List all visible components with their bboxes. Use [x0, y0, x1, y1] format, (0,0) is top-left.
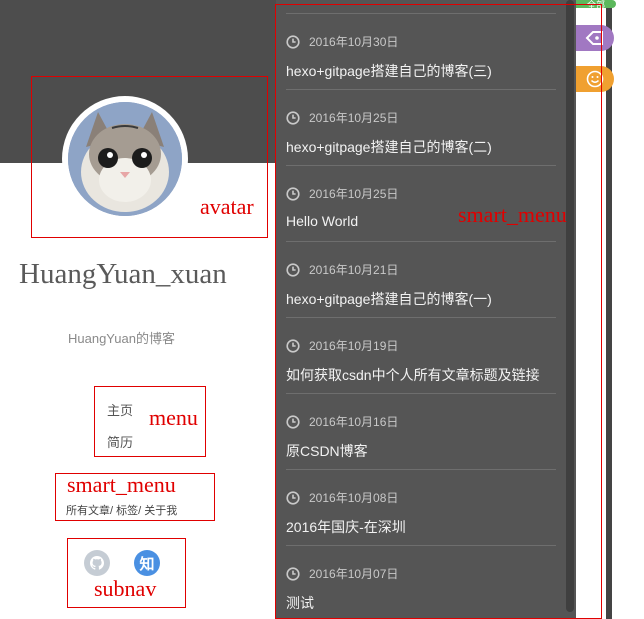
annotation-label-smart-menu-panel: smart_menu — [458, 202, 567, 227]
annotation-label-subnav: subnav — [94, 576, 157, 601]
annotation-label-avatar: avatar — [200, 194, 254, 219]
side-dark-bar — [606, 0, 612, 619]
annotation-label-smart-menu: smart_menu — [67, 472, 176, 497]
site-title: HuangYuan_xuan — [19, 258, 227, 290]
site-subtitle: HuangYuan的博客 — [68, 331, 175, 346]
annotation-box-smart-menu-panel — [275, 4, 602, 619]
annotation-label-menu: menu — [149, 405, 198, 430]
